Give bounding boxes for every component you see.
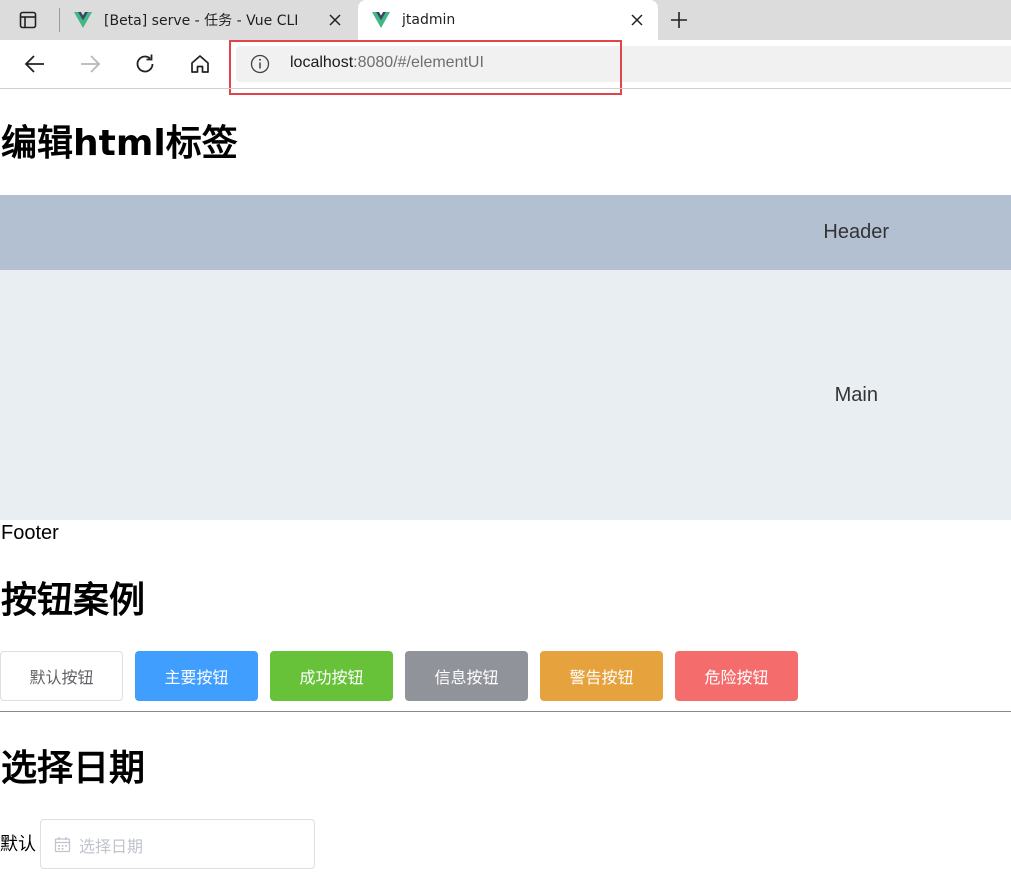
tab-actions-icon bbox=[19, 11, 37, 29]
close-tab-icon[interactable] bbox=[628, 11, 646, 29]
calendar-icon bbox=[54, 837, 71, 853]
info-button[interactable]: 信息按钮 bbox=[405, 651, 528, 701]
date-label: 默认 bbox=[0, 834, 36, 855]
tab-jtadmin[interactable]: jtadmin bbox=[358, 0, 658, 40]
section-title-html: 编辑html标签 bbox=[1, 123, 238, 164]
back-button[interactable] bbox=[21, 50, 49, 78]
arrow-left-icon bbox=[24, 55, 44, 73]
home-icon bbox=[191, 55, 209, 73]
arrow-right-icon bbox=[81, 55, 101, 73]
refresh-icon bbox=[136, 54, 154, 73]
horizontal-rule bbox=[0, 711, 1011, 712]
vue-logo-icon bbox=[372, 12, 390, 28]
chrome-divider bbox=[0, 88, 1011, 89]
primary-button[interactable]: 主要按钮 bbox=[135, 651, 258, 701]
layout-main: Main bbox=[0, 270, 1011, 520]
close-tab-icon[interactable] bbox=[326, 11, 344, 29]
main-text: Main bbox=[834, 383, 878, 406]
warning-button[interactable]: 警告按钮 bbox=[540, 651, 663, 701]
tab-vue-cli[interactable]: [Beta] serve - 任务 - Vue CLI bbox=[60, 0, 356, 40]
tab-title: [Beta] serve - 任务 - Vue CLI bbox=[104, 13, 299, 29]
home-button[interactable] bbox=[186, 50, 214, 78]
address-highlight-box bbox=[229, 40, 622, 95]
layout-header: Header bbox=[0, 195, 1011, 270]
reload-button[interactable] bbox=[131, 50, 159, 78]
new-tab-button[interactable] bbox=[666, 8, 692, 32]
forward-button[interactable] bbox=[76, 50, 104, 78]
date-placeholder: 选择日期 bbox=[79, 837, 144, 856]
layout-footer-text: Footer bbox=[1, 522, 59, 544]
danger-button[interactable]: 危险按钮 bbox=[675, 651, 798, 701]
header-text: Header bbox=[823, 221, 889, 243]
section-title-buttons: 按钮案例 bbox=[1, 580, 146, 621]
success-button[interactable]: 成功按钮 bbox=[270, 651, 393, 701]
browser-tab-strip: [Beta] serve - 任务 - Vue CLI jtadmin bbox=[0, 0, 1011, 40]
default-button[interactable]: 默认按钮 bbox=[0, 651, 123, 701]
vue-logo-icon bbox=[74, 12, 92, 28]
date-picker-input[interactable]: 选择日期 bbox=[40, 819, 315, 869]
plus-icon bbox=[671, 12, 687, 28]
tab-actions-button[interactable] bbox=[8, 6, 48, 34]
tab-title: jtadmin bbox=[402, 12, 456, 28]
section-title-date: 选择日期 bbox=[1, 748, 146, 789]
